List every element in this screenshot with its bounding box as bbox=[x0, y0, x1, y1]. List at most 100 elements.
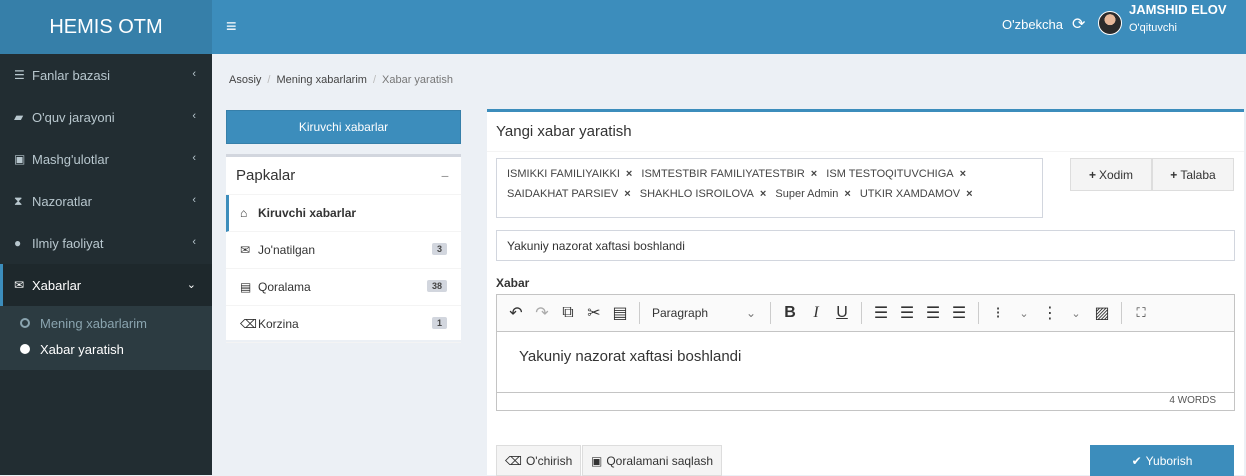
sidebar-item-label: Nazoratlar bbox=[32, 193, 92, 209]
remove-icon[interactable]: × bbox=[624, 188, 630, 200]
sidebar-item-fanlar-bazasi[interactable]: ☰ Fanlar bazasi ‹ bbox=[0, 54, 212, 96]
remove-icon[interactable]: × bbox=[760, 188, 766, 200]
remove-icon[interactable]: × bbox=[626, 168, 632, 180]
count-badge: 1 bbox=[431, 317, 447, 329]
folder-label: Qoralama bbox=[258, 280, 311, 294]
fullscreen-icon[interactable]: ⛶ bbox=[1128, 305, 1154, 321]
sidebar-item-nazoratlar[interactable]: ⧗ Nazoratlar ‹ bbox=[0, 180, 212, 222]
folder-item-inbox[interactable]: ⌂ Kiruvchi xabarlar bbox=[226, 195, 461, 232]
sidebar-item-mashgulotlar[interactable]: ▣ Mashg'ulotlar ‹ bbox=[0, 138, 212, 180]
sidebar-item-xabarlar[interactable]: ✉ Xabarlar ⌄ bbox=[0, 264, 212, 306]
app-logo[interactable]: HEMIS OTM bbox=[0, 0, 212, 54]
add-employee-button[interactable]: + Xodim bbox=[1070, 158, 1152, 191]
calendar-icon: ▣ bbox=[14, 152, 26, 166]
folder-item-drafts[interactable]: ▤ Qoralama 38 bbox=[226, 269, 461, 306]
add-student-button[interactable]: + Talaba bbox=[1152, 158, 1234, 191]
sidebar-item-ilmiy-faoliyat[interactable]: ● Ilmiy faoliyat ‹ bbox=[0, 222, 212, 264]
toolbar-divider bbox=[639, 302, 640, 324]
sidebar-subitem-mening-xabarlarim[interactable]: Mening xabarlarim bbox=[0, 310, 212, 336]
sidebar-item-label: Mashg'ulotlar bbox=[32, 151, 109, 167]
breadcrumb-section[interactable]: Mening xabarlarim bbox=[276, 74, 366, 86]
chevron-down-icon[interactable]: ⌄ bbox=[1011, 307, 1037, 320]
align-center-icon[interactable]: ☰ bbox=[894, 303, 920, 323]
sidebar-subitem-label: Mening xabarlarim bbox=[40, 315, 147, 331]
button-label: O'chirish bbox=[525, 453, 573, 468]
recipient-name: SAIDAKHAT PARSIEV bbox=[507, 188, 619, 200]
toolbar-divider bbox=[1121, 302, 1122, 324]
image-icon[interactable]: ▨ bbox=[1089, 303, 1115, 323]
book-icon: ▰ bbox=[14, 110, 24, 124]
word-count: 4 WORDS bbox=[497, 392, 1234, 410]
rich-text-editor: ↶ ↷ ⧉ ✂ ▤ Paragraph ⌄ B I U ☰ ☰ ☰ ☰ ⁝ ⌄ ⋮… bbox=[496, 294, 1235, 411]
count-badge: 38 bbox=[426, 280, 447, 292]
delete-button[interactable]: ⌫ O'chirish bbox=[496, 445, 582, 476]
save-draft-button[interactable]: ▣ Qoralamani saqlash bbox=[582, 445, 723, 476]
recipient-name: ISMIKKI FAMILIYAIKKI bbox=[507, 168, 620, 180]
recipient-tag: SHAKHLO ISROILOVA × bbox=[640, 188, 767, 200]
sidebar-item-label: Fanlar bazasi bbox=[32, 67, 111, 83]
sidebar: ☰ Fanlar bazasi ‹ ▰ O'quv jarayoni ‹ ▣ Mashg'… bbox=[0, 54, 212, 475]
button-label: Yuborish bbox=[1145, 453, 1193, 468]
chevron-left-icon: ‹ bbox=[192, 236, 196, 248]
align-right-icon[interactable]: ☰ bbox=[920, 303, 946, 323]
align-justify-icon[interactable]: ☰ bbox=[946, 303, 972, 323]
breadcrumb-current: Xabar yaratish bbox=[382, 74, 453, 86]
sidebar-submenu: Mening xabarlarim Xabar yaratish bbox=[0, 306, 212, 370]
redo-icon[interactable]: ↷ bbox=[529, 303, 555, 323]
folder-item-trash[interactable]: ⌫ Korzina 1 bbox=[226, 306, 461, 343]
folder-item-sent[interactable]: ✉ Jo'natilgan 3 bbox=[226, 232, 461, 269]
sidebar-subitem-label: Xabar yaratish bbox=[40, 341, 124, 357]
cut-icon[interactable]: ✂ bbox=[581, 303, 607, 323]
recipients-field[interactable]: ISMIKKI FAMILIYAIKKI × ISMTESTBIR FAMILIY… bbox=[496, 158, 1043, 218]
hourglass-icon: ⧗ bbox=[14, 193, 23, 208]
undo-icon[interactable]: ↶ bbox=[503, 303, 529, 323]
chevron-down-icon: ⌄ bbox=[745, 306, 756, 320]
avatar[interactable] bbox=[1098, 11, 1122, 35]
numbered-list-icon[interactable]: ⋮ bbox=[1037, 303, 1063, 323]
add-recipient-group: + Xodim + Talaba bbox=[1070, 158, 1234, 191]
remove-icon[interactable]: × bbox=[966, 188, 972, 200]
italic-icon[interactable]: I bbox=[803, 304, 829, 322]
user-name[interactable]: JAMSHID ELOV bbox=[1129, 2, 1227, 17]
remove-icon[interactable]: × bbox=[960, 168, 966, 180]
folders-title: Papkalar bbox=[236, 167, 296, 184]
menu-toggle-icon[interactable]: ≡ bbox=[226, 17, 237, 35]
plus-icon: + bbox=[1170, 167, 1178, 182]
collapse-icon[interactable]: − bbox=[441, 168, 449, 184]
chevron-left-icon: ‹ bbox=[192, 152, 196, 164]
sidebar-subitem-xabar-yaratish[interactable]: Xabar yaratish bbox=[0, 336, 212, 362]
paragraph-select[interactable]: Paragraph ⌄ bbox=[646, 306, 764, 320]
folders-header: Papkalar − bbox=[226, 157, 461, 195]
paste-icon[interactable]: ▤ bbox=[607, 303, 633, 323]
inbox-button[interactable]: Kiruvchi xabarlar bbox=[226, 110, 461, 144]
send-button[interactable]: ✔ Yuborish bbox=[1090, 445, 1234, 476]
editor-toolbar: ↶ ↷ ⧉ ✂ ▤ Paragraph ⌄ B I U ☰ ☰ ☰ ☰ ⁝ ⌄ ⋮… bbox=[497, 295, 1234, 332]
copy-icon[interactable]: ⧉ bbox=[555, 304, 581, 322]
remove-icon[interactable]: × bbox=[844, 188, 850, 200]
globe-icon: ● bbox=[14, 236, 22, 250]
trash-icon: ⌫ bbox=[240, 317, 257, 331]
breadcrumb-separator: / bbox=[267, 74, 271, 86]
button-label: Xodim bbox=[1099, 167, 1134, 182]
envelope-icon: ✉ bbox=[240, 243, 251, 257]
refresh-icon[interactable]: ⟳ bbox=[1072, 14, 1085, 34]
button-label: Qoralamani saqlash bbox=[606, 453, 714, 468]
sidebar-item-oquv-jarayoni[interactable]: ▰ O'quv jarayoni ‹ bbox=[0, 96, 212, 138]
recipient-name: UTKIR XAMDAMOV bbox=[859, 188, 961, 200]
breadcrumb: Asosiy / Mening xabarlarim / Xabar yaratis… bbox=[212, 54, 1246, 106]
language-selector[interactable]: O'zbekcha bbox=[1002, 17, 1063, 32]
chevron-down-icon[interactable]: ⌄ bbox=[1063, 307, 1089, 320]
editor-body[interactable]: Yakuniy nazorat xaftasi boshlandi bbox=[497, 332, 1234, 392]
subject-input[interactable]: Yakuniy nazorat xaftasi boshlandi bbox=[496, 230, 1235, 261]
chevron-down-icon: ⌄ bbox=[186, 279, 196, 291]
bullet-list-icon[interactable]: ⁝ bbox=[985, 303, 1011, 323]
recipient-name: Super Admin bbox=[775, 188, 839, 200]
remove-icon[interactable]: × bbox=[811, 168, 817, 180]
folder-label: Jo'natilgan bbox=[258, 243, 315, 257]
align-left-icon[interactable]: ☰ bbox=[868, 303, 894, 323]
breadcrumb-home[interactable]: Asosiy bbox=[229, 74, 261, 86]
recipient-tag: ISMIKKI FAMILIYAIKKI × bbox=[507, 168, 632, 180]
underline-icon[interactable]: U bbox=[829, 304, 855, 322]
bold-icon[interactable]: B bbox=[777, 304, 803, 322]
folder-label: Kiruvchi xabarlar bbox=[258, 206, 357, 220]
